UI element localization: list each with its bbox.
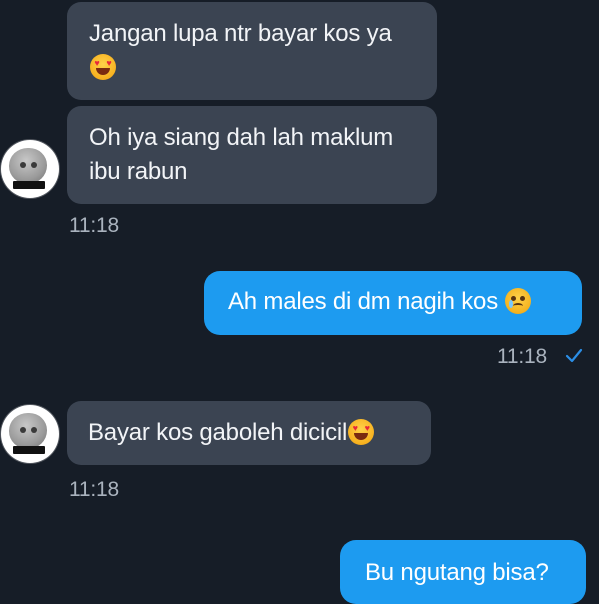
outgoing-message-bubble[interactable]: Ah males di dm nagih kos bbox=[204, 271, 582, 335]
message-text: Bayar kos gaboleh dicicil bbox=[88, 419, 348, 446]
crying-face-emoji-icon bbox=[505, 288, 532, 314]
message-text: Ah males di dm nagih kos bbox=[228, 288, 499, 315]
heart-eyes-emoji-icon: ♥ ♥ bbox=[90, 54, 116, 80]
message-text: Oh iya siang dah lah maklum ibu rabun bbox=[89, 124, 394, 185]
message-text: ya bbox=[366, 20, 392, 47]
avatar-image bbox=[9, 148, 47, 184]
sender-avatar[interactable] bbox=[1, 140, 59, 198]
message-timestamp: 11:18 bbox=[69, 214, 119, 237]
check-icon bbox=[565, 348, 583, 363]
chat-thread: Jangan lupa ntr bayar kos ya ♥ ♥ Oh iya s… bbox=[0, 0, 599, 604]
message-timestamp: 11:18 bbox=[69, 478, 119, 501]
message-text: Jangan lupa ntr bayar kos bbox=[89, 20, 361, 47]
sender-avatar[interactable] bbox=[1, 405, 59, 463]
incoming-message-bubble[interactable]: Oh iya siang dah lah maklum ibu rabun bbox=[67, 106, 437, 204]
avatar-image bbox=[9, 413, 47, 449]
heart-eyes-emoji-icon: ♥ ♥ bbox=[348, 419, 375, 445]
outgoing-message-bubble[interactable]: Bu ngutang bisa? bbox=[340, 540, 586, 604]
incoming-message-bubble[interactable]: Bayar kos gaboleh dicicil ♥ ♥ bbox=[67, 401, 431, 465]
message-timestamp: 11:18 bbox=[497, 345, 547, 368]
incoming-message-bubble[interactable]: Jangan lupa ntr bayar kos ya ♥ ♥ bbox=[67, 2, 437, 100]
message-text: Bu ngutang bisa? bbox=[365, 559, 549, 586]
